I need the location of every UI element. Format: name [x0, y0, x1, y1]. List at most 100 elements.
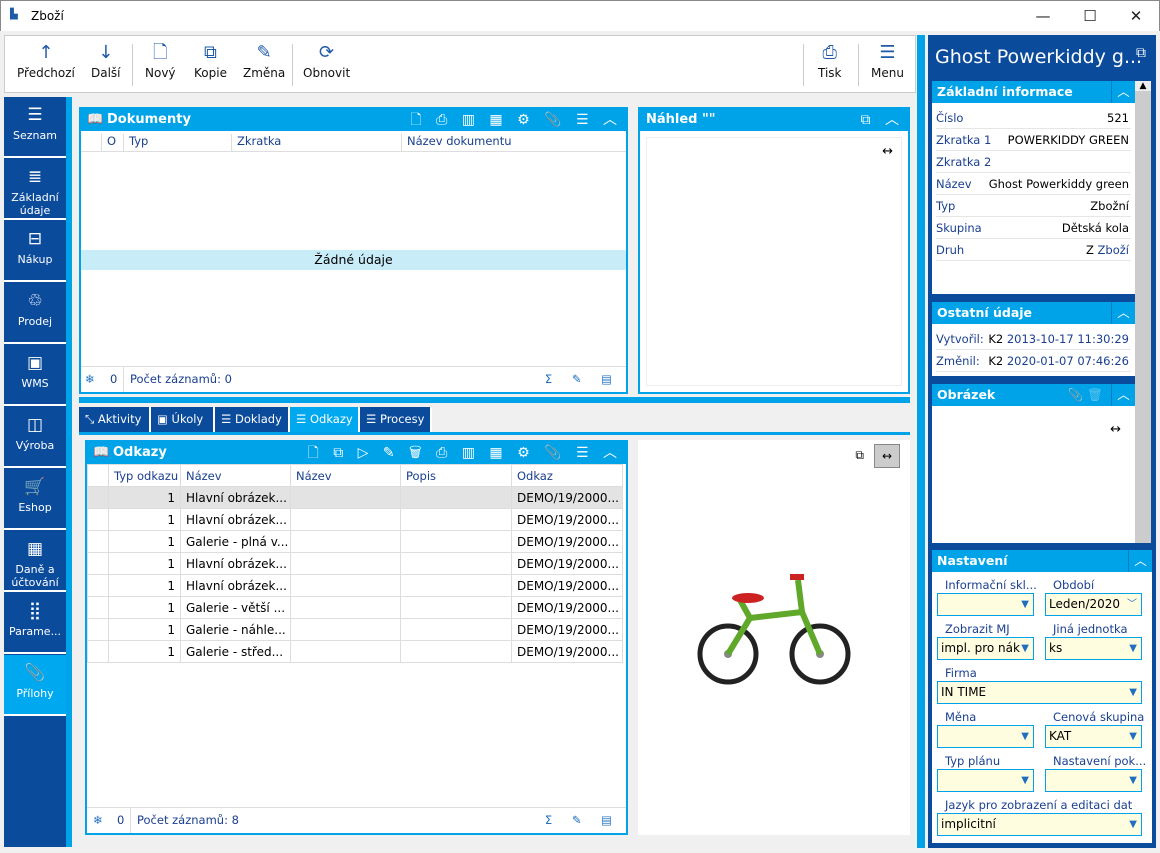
col-nazev-2[interactable]: Název	[290, 464, 401, 487]
setting-input[interactable]: impl. pro nák ▼	[937, 637, 1034, 660]
nav-item-3[interactable]: ♲ Prodej	[4, 283, 66, 344]
dropdown-icon[interactable]: ▼	[1129, 814, 1137, 835]
open-external-icon[interactable]: ⧉	[1136, 45, 1146, 61]
table-row[interactable]: 1 Galerie - plná v... DEMO/19/2000...	[87, 530, 623, 553]
nav-item-1[interactable]: ≣ Základní údaje	[4, 159, 66, 220]
table-row[interactable]: 1 Galerie - střed... DEMO/19/2000...	[87, 640, 623, 663]
setting-input[interactable]: Leden/2020 ﹀	[1045, 593, 1142, 616]
table-row[interactable]: 1 Hlavní obrázek... DEMO/19/2000...	[87, 486, 623, 509]
preview-tools[interactable]: ⧉ ︿	[861, 109, 904, 131]
value-link[interactable]: Zboží	[1098, 243, 1129, 257]
collapse-icon[interactable]: ︿	[1128, 550, 1152, 572]
minimize-button[interactable]: —	[1028, 7, 1058, 25]
table-row[interactable]: 1 Galerie - náhle... DEMO/19/2000...	[87, 618, 623, 641]
fit-width-icon[interactable]: ↔	[882, 144, 893, 159]
nav-item-6[interactable]: 🛒 Eshop	[4, 469, 66, 530]
image-header[interactable]: Obrázek 📎 🗑 ︿	[932, 384, 1135, 406]
footer-icons[interactable]: Σ ✎ ▤	[545, 367, 620, 392]
setting-input[interactable]: IN TIME ▼	[937, 681, 1142, 704]
edit-button[interactable]: ✎ Změna	[243, 42, 285, 80]
setting-input[interactable]: ▼	[937, 593, 1034, 616]
dropdown-icon[interactable]: ▼	[1129, 682, 1137, 703]
col-typ[interactable]: Typ	[123, 134, 148, 152]
setting-input[interactable]: ▼	[937, 725, 1034, 748]
scrollbar[interactable]: ▲	[1135, 81, 1151, 543]
previous-button[interactable]: ↑ Předchozí	[17, 42, 75, 80]
next-button[interactable]: ↓ Další	[91, 42, 121, 80]
basic-info-header[interactable]: Základní informace ︿	[932, 81, 1135, 103]
row-selector[interactable]	[87, 640, 109, 663]
col-nazev[interactable]: Název	[180, 464, 291, 487]
open-external-icon[interactable]: ⧉	[855, 448, 864, 463]
table-row[interactable]: 1 Hlavní obrázek... DEMO/19/2000...	[87, 508, 623, 531]
nav-item-4[interactable]: ▣ WMS	[4, 345, 66, 406]
setting-input[interactable]: ▼	[1045, 769, 1142, 792]
table-row[interactable]: 1 Hlavní obrázek... DEMO/19/2000...	[87, 552, 623, 575]
dropdown-icon[interactable]: ▼	[1021, 594, 1029, 615]
table-row[interactable]: 1 Hlavní obrázek... DEMO/19/2000...	[87, 574, 623, 597]
links-tools[interactable]: 🗋 ⧉ ▷ ✎ 🗑 ⎙ ▥ ▦ ⚙ 📎 ☰ ︿	[307, 442, 622, 464]
dropdown-icon[interactable]: ▼	[1021, 726, 1029, 747]
maximize-button[interactable]: ☐	[1075, 7, 1105, 25]
dropdown-icon[interactable]: ▼	[1129, 726, 1137, 747]
field-label: Zkratka 1	[936, 133, 992, 147]
nav-item-9[interactable]: 📎 Přílohy	[4, 655, 66, 716]
setting-input[interactable]: ▼	[937, 769, 1034, 792]
tab-ukoly[interactable]: ▣ Úkoly	[151, 407, 215, 432]
fit-width-icon[interactable]: ↔	[1110, 422, 1121, 437]
snowflake-icon[interactable]: ❄	[93, 808, 103, 833]
row-selector[interactable]	[87, 552, 109, 575]
other-info-header[interactable]: Ostatní údaje ︿	[932, 302, 1135, 324]
vertical-splitter[interactable]	[917, 35, 925, 848]
refresh-button[interactable]: ⟳ Obnovit	[303, 42, 350, 80]
close-button[interactable]: ✕	[1121, 7, 1151, 25]
setting-input[interactable]: implicitní ▼	[937, 813, 1142, 836]
tab-doklady[interactable]: ☰ Doklady	[215, 407, 290, 432]
col-typ-odkazu[interactable]: Typ odkazu	[108, 464, 181, 487]
collapse-icon[interactable]: ︿	[1111, 384, 1135, 406]
collapse-icon[interactable]: ︿	[1111, 81, 1135, 103]
dropdown-icon[interactable]: ▼	[1129, 638, 1137, 659]
footer-icons[interactable]: Σ ✎ ▤	[545, 808, 620, 833]
tab-procesy[interactable]: ☰ Procesy	[360, 407, 432, 432]
horizontal-splitter[interactable]	[79, 397, 910, 403]
dropdown-icon[interactable]: ▼	[1021, 638, 1029, 659]
row-selector[interactable]	[87, 486, 109, 509]
col-o[interactable]: O	[101, 134, 116, 152]
copy-button[interactable]: ⧉ Kopie	[194, 42, 227, 80]
table-row[interactable]: 1 Galerie - větší ... DEMO/19/2000...	[87, 596, 623, 619]
menu-button[interactable]: ☰ Menu	[871, 42, 904, 80]
fit-width-button[interactable]: ↔	[874, 444, 900, 468]
snowflake-icon[interactable]: ❄	[85, 367, 95, 392]
row-selector[interactable]	[87, 530, 109, 553]
cell: Galerie - plná v...	[180, 530, 291, 553]
dropdown-icon[interactable]: ▼	[1129, 770, 1137, 791]
attach-delete-icons[interactable]: 📎 🗑	[1068, 384, 1103, 406]
row-selector[interactable]	[87, 508, 109, 531]
row-selector[interactable]	[87, 596, 109, 619]
documents-tools[interactable]: 🗋 ⎙ ▥ ▦ ⚙ 📎 ☰ ︿	[410, 109, 622, 131]
setting-input[interactable]: ks ▼	[1045, 637, 1142, 660]
tab-odkazy[interactable]: ☰ Odkazy	[290, 407, 360, 432]
nav-item-8[interactable]: ⣿ Parame...	[4, 593, 66, 654]
setting-label: Typ plánu	[945, 754, 1001, 768]
print-button[interactable]: ⎙ Tisk	[818, 42, 842, 80]
col-popis[interactable]: Popis	[400, 464, 512, 487]
cell: Galerie - střed...	[180, 640, 291, 663]
col-nazev-dokumentu[interactable]: Název dokumentu	[401, 134, 512, 152]
dropdown-icon[interactable]: ▼	[1021, 770, 1029, 791]
nav-item-5[interactable]: ◫ Výroba	[4, 407, 66, 468]
nav-item-7[interactable]: ▦ Daně a účtování	[4, 531, 66, 592]
setting-input[interactable]: KAT ▼	[1045, 725, 1142, 748]
col-odkaz[interactable]: Odkaz	[511, 464, 623, 487]
new-button[interactable]: 🗋 Nový	[145, 42, 176, 80]
collapse-icon[interactable]: ︿	[1111, 302, 1135, 324]
chevron-down-icon[interactable]: ﹀	[1127, 594, 1137, 615]
nav-item-2[interactable]: ⊟ Nákup	[4, 221, 66, 282]
row-selector[interactable]	[87, 574, 109, 597]
tab-aktivity[interactable]: ⤡ Aktivity	[79, 407, 151, 432]
settings-header[interactable]: Nastavení ︿	[932, 550, 1152, 572]
row-selector[interactable]	[87, 618, 109, 641]
nav-item-0[interactable]: ☰ Seznam	[4, 97, 66, 158]
col-zkratka[interactable]: Zkratka	[231, 134, 281, 152]
